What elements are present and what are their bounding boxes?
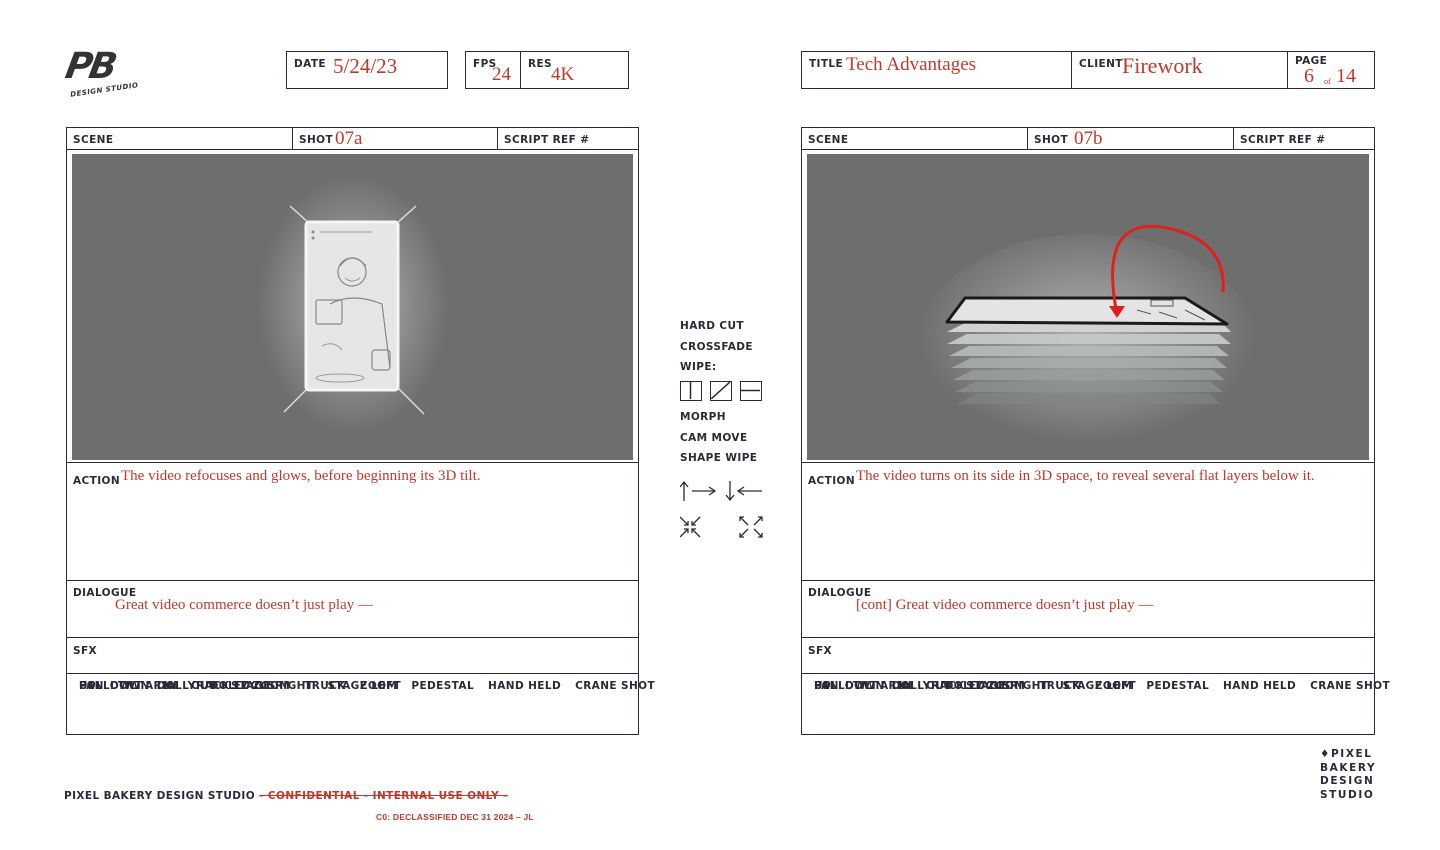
move-in: IN	[163, 680, 178, 692]
shot-label: SHOT	[299, 134, 334, 146]
scene-label: SCENE	[73, 134, 114, 146]
phone-glow-sketch	[258, 174, 448, 434]
brand-mark-icon: ♦	[1320, 748, 1332, 760]
move-up: UP	[814, 680, 832, 692]
footer-confidential-struck: - CONFIDENTIAL - INTERNAL USE ONLY -	[259, 790, 508, 802]
frame-a-dialogue: DIALOGUE Great video commerce doesn’t ju…	[67, 580, 638, 637]
move-pedestal: PEDESTAL	[1146, 680, 1210, 692]
move-stage-left: STAGE LEFT	[1062, 680, 1137, 692]
frame-b-dialogue: DIALOGUE [cont] Great video commerce doe…	[802, 580, 1374, 637]
brand-line-2: BAKERY	[1320, 761, 1377, 774]
storyboard-frame-b: SCENE SHOT 07b SCRIPT REF # ACTION The v…	[801, 127, 1390, 735]
move-down: DOWN	[110, 680, 150, 692]
horizontal-wipe-icon	[740, 381, 762, 401]
frame-a-sfx: SFX	[67, 637, 638, 673]
frame-a-image	[72, 154, 633, 460]
shot-label: SHOT	[1034, 134, 1069, 146]
brand-line-4: STUDIO	[1320, 788, 1375, 801]
footer-studio-name: PIXEL BAKERY DESIGN STUDIO	[64, 790, 256, 802]
title-label: TITLE	[809, 58, 844, 70]
zoom-in-arrows-icon	[679, 516, 701, 537]
move-up: UP	[79, 680, 97, 692]
dialogue-text: [cont] Great video commerce doesn’t just…	[856, 597, 1154, 613]
client-value: Firework	[1122, 53, 1203, 78]
res-value: 4K	[551, 64, 575, 85]
zoom-out-arrows-icon	[739, 515, 763, 538]
move-out: OUT	[191, 680, 217, 692]
action-text: The video refocuses and glows, before be…	[121, 468, 481, 484]
frame-b-header: SCENE SHOT 07b SCRIPT REF #	[802, 128, 1374, 150]
move-hand-held: HAND HELD	[1223, 680, 1297, 692]
page-of: of	[1324, 77, 1331, 86]
script-ref-label: SCRIPT REF #	[504, 134, 590, 146]
footer-studio-line: PIXEL BAKERY DESIGN STUDIO - CONFIDENTIA…	[64, 790, 508, 802]
frame-a-header: SCENE SHOT 07a SCRIPT REF #	[67, 128, 638, 150]
brand-stack-logo: ♦PIXEL BAKERY DESIGN STUDIO	[1320, 748, 1390, 802]
brand-line-1: ♦PIXEL	[1320, 748, 1390, 762]
move-stage-right: STAGE RIGHT	[230, 680, 314, 692]
transitions-legend: HARD CUT CROSSFADE WIPE: MORPH CAM MOVE …	[679, 320, 780, 554]
brand-line-3: DESIGN	[1320, 775, 1375, 787]
transition-hard-cut: HARD CUT	[680, 320, 744, 332]
camera-arrows-icons	[679, 480, 763, 538]
frame-a-camera-moves: PAN TILT DOLLY DOLLY ZOOM TRUCK ZOOM PEDESTAL H…	[67, 673, 655, 735]
brand-word-1: PIXEL	[1331, 748, 1373, 760]
transition-shape-wipe: SHAPE WIPE	[680, 452, 758, 464]
logo-initials: PB	[62, 46, 118, 87]
page-total: 14	[1336, 65, 1356, 87]
move-stage-left: STAGE LEFT	[327, 680, 402, 692]
shot-number: 07a	[335, 128, 363, 149]
move-crane-shot: CRANE SHOT	[575, 680, 656, 692]
action-label: ACTION	[808, 475, 856, 487]
camera-moves-row-3: UP DOWN IN OUT STAGE RIGHT STAGE LEFT	[814, 680, 1150, 700]
shot-number: 07b	[1074, 128, 1103, 149]
move-pedestal: PEDESTAL	[411, 680, 475, 692]
date-label: DATE	[294, 58, 326, 70]
frame-b-image	[807, 154, 1369, 460]
frame-b-sfx: SFX	[802, 637, 1374, 673]
title-box: TITLE Tech Advantages CLIENT Firework PA…	[801, 51, 1375, 89]
move-out: OUT	[926, 680, 952, 692]
move-down: DOWN	[845, 680, 885, 692]
date-value: 5/24/23	[333, 54, 398, 78]
down-left-arrow-icon	[725, 480, 762, 501]
layers-tilt-sketch	[917, 224, 1257, 454]
title-value: Tech Advantages	[846, 54, 977, 75]
frame-b-camera-moves: PAN TILT DOLLY DOLLY ZOOM TRUCK ZOOM PEDESTAL H…	[802, 673, 1390, 735]
diagonal-wipe-icon	[710, 381, 732, 401]
declassified-note: C0: DECLASSIFIED DEC 31 2024 – JL	[376, 812, 534, 822]
sfx-label: SFX	[73, 645, 98, 657]
storyboard-frame-a: SCENE SHOT 07a SCRIPT REF # ACTION The v…	[66, 127, 655, 735]
camera-moves-row-3: UP DOWN IN OUT STAGE RIGHT STAGE LEFT	[79, 680, 415, 700]
page-number: 6	[1304, 65, 1314, 87]
sfx-label: SFX	[808, 645, 833, 657]
transition-cam-move: CAM MOVE	[680, 431, 748, 444]
up-right-arrow-icon	[679, 480, 717, 501]
transition-wipe: WIPE:	[680, 361, 717, 373]
move-in: IN	[898, 680, 913, 692]
move-crane-shot: CRANE SHOT	[1310, 680, 1391, 692]
frame-b-action: ACTION The video turns on its side in 3D…	[802, 462, 1374, 580]
script-ref-label: SCRIPT REF #	[1240, 134, 1326, 146]
client-label: CLIENT	[1079, 58, 1123, 70]
wipe-options	[680, 381, 780, 401]
move-stage-right: STAGE RIGHT	[965, 680, 1049, 692]
fps-value: 24	[492, 64, 511, 85]
frame-a-action: ACTION The video refocuses and glows, be…	[67, 462, 638, 580]
transition-morph: MORPH	[680, 411, 726, 423]
scene-label: SCENE	[808, 134, 849, 146]
action-text: The video turns on its side in 3D space,…	[856, 468, 1315, 484]
transition-crossfade: CROSSFADE	[680, 340, 753, 353]
action-label: ACTION	[73, 475, 121, 487]
dialogue-text: Great video commerce doesn’t just play —	[115, 597, 373, 613]
studio-logo: PB DESIGN STUDIO	[62, 46, 144, 100]
date-box: DATE 5/24/23	[286, 51, 448, 89]
vertical-wipe-icon	[680, 381, 702, 401]
move-hand-held: HAND HELD	[488, 680, 562, 692]
res-label: RES	[528, 58, 553, 70]
fps-res-box: FPS 24 RES 4K	[465, 51, 629, 89]
